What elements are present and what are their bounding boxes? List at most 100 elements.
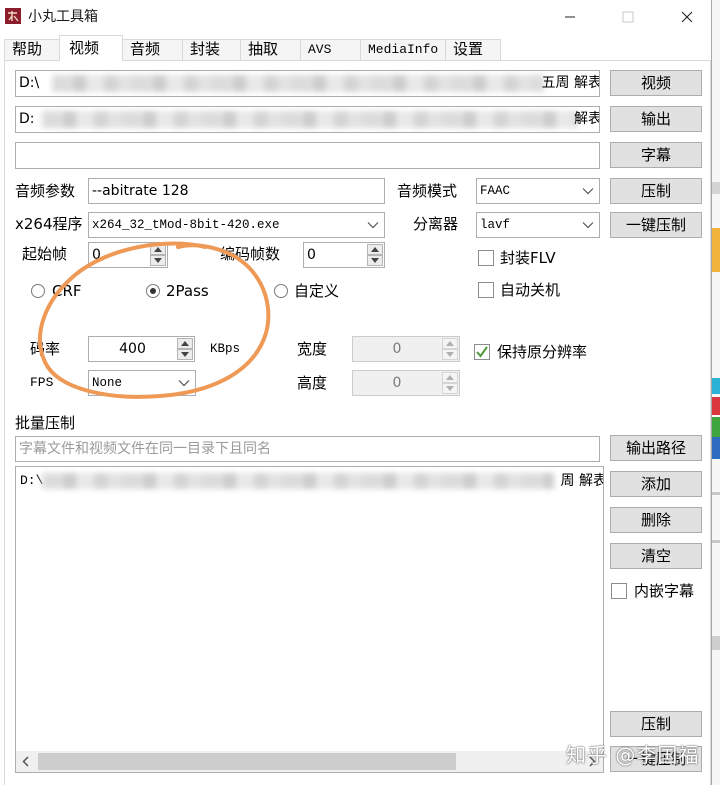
audio-mode-select[interactable]: FAAC — [476, 178, 600, 204]
app-window: 小丸工具箱 帮助 视频 音频 封装 抽取 AVS MediaInfo 设置 D:… — [0, 0, 712, 785]
batch-file-list[interactable]: D:\ 周 解表 — [15, 466, 604, 773]
splitter-label: 分离器 — [413, 215, 459, 233]
spin-up-icon — [442, 338, 458, 349]
batch-encode-button[interactable]: 压制 — [610, 711, 702, 737]
crf-radio[interactable] — [31, 284, 45, 298]
tab-avs[interactable]: AVS — [300, 39, 361, 60]
height-stepper: 0 — [352, 370, 460, 396]
background-desktop — [712, 0, 720, 785]
spin-up-icon[interactable] — [367, 244, 383, 255]
frame-count-stepper[interactable]: 0 — [303, 242, 385, 268]
tab-mediainfo[interactable]: MediaInfo — [360, 39, 446, 60]
add-button[interactable]: 添加 — [610, 471, 702, 497]
scrollbar-thumb[interactable] — [38, 753, 456, 770]
crf-label: CRF — [52, 282, 82, 300]
chevron-down-icon — [367, 222, 379, 229]
audio-params-label: 音频参数 — [15, 182, 76, 200]
x264-program-label: x264程序 — [15, 215, 83, 233]
close-icon[interactable] — [664, 0, 710, 32]
minimize-icon[interactable] — [547, 0, 593, 32]
tab-video[interactable]: 视频 — [59, 35, 123, 61]
redacted-region — [42, 111, 578, 128]
select-video-button[interactable]: 视频 — [610, 70, 702, 96]
tab-audio[interactable]: 音频 — [122, 39, 183, 60]
spin-down-icon — [442, 349, 458, 360]
tab-help[interactable]: 帮助 — [4, 39, 60, 60]
select-output-button[interactable]: 输出 — [610, 106, 702, 132]
video-input-field[interactable]: D:\ 五周 解表 — [15, 70, 600, 97]
splitter-value: lavf — [480, 218, 511, 232]
fps-value: None — [92, 376, 123, 390]
spin-down-icon — [442, 383, 458, 394]
height-label: 高度 — [297, 374, 328, 392]
width-value: 0 — [392, 341, 402, 357]
x264-program-select[interactable]: x264_32_tMod-8bit-420.exe — [88, 212, 385, 238]
video-input-path-end: 五周 解表 — [541, 75, 600, 91]
output-path-start: D: — [19, 111, 35, 127]
audio-mode-label: 音频模式 — [397, 182, 458, 200]
spin-up-icon — [442, 372, 458, 383]
custom-radio[interactable] — [274, 284, 288, 298]
tab-settings[interactable]: 设置 — [445, 39, 501, 60]
auto-shutdown-checkbox[interactable] — [478, 282, 494, 298]
splitter-select[interactable]: lavf — [476, 212, 600, 238]
subtitle-file-field[interactable] — [15, 142, 600, 169]
remove-button[interactable]: 删除 — [610, 507, 702, 533]
pack-flv-label: 封装FLV — [500, 249, 556, 267]
spin-up-icon[interactable] — [150, 244, 166, 255]
chevron-down-icon — [582, 188, 594, 195]
fps-label: FPS — [30, 375, 54, 390]
embed-subtitle-checkbox[interactable] — [611, 583, 627, 599]
keep-resolution-checkbox[interactable] — [474, 344, 490, 360]
maximize-icon[interactable] — [605, 0, 651, 32]
custom-label: 自定义 — [294, 282, 340, 300]
width-label: 宽度 — [297, 340, 328, 358]
start-frame-label: 起始帧 — [22, 245, 68, 263]
2pass-label: 2Pass — [166, 282, 209, 300]
watermark: 知乎 @李国福 — [566, 743, 700, 767]
start-frame-value: 0 — [92, 247, 101, 263]
output-path-button[interactable]: 输出路径 — [610, 435, 702, 461]
spin-down-icon[interactable] — [367, 255, 383, 266]
one-click-encode-button[interactable]: 一键压制 — [610, 212, 702, 238]
select-subtitle-button[interactable]: 字幕 — [610, 142, 702, 168]
redacted-region — [52, 75, 544, 92]
batch-subtitle-input[interactable]: 字幕文件和视频文件在同一目录下且同名 — [15, 436, 600, 462]
height-value: 0 — [392, 375, 402, 391]
fps-select[interactable]: None — [88, 370, 196, 396]
batch-group-title: 批量压制 — [15, 414, 76, 432]
tab-mux[interactable]: 封装 — [182, 39, 241, 60]
batch-input-placeholder: 字幕文件和视频文件在同一目录下且同名 — [19, 441, 271, 457]
window-title: 小丸工具箱 — [28, 9, 98, 25]
spin-down-icon[interactable] — [150, 255, 166, 266]
audio-mode-value: FAAC — [480, 184, 511, 198]
spin-down-icon[interactable] — [177, 349, 193, 360]
video-input-path-start: D:\ — [19, 75, 40, 91]
2pass-radio[interactable] — [146, 284, 160, 298]
bitrate-value: 400 — [119, 341, 146, 357]
frame-count-value: 0 — [307, 247, 316, 263]
frame-count-label: 编码帧数 — [220, 245, 281, 263]
list-item[interactable]: D:\ 周 解表 — [16, 471, 603, 491]
redacted-region — [42, 473, 554, 489]
clear-button[interactable]: 清空 — [610, 543, 702, 569]
bitrate-stepper[interactable]: 400 — [88, 336, 195, 362]
keep-resolution-label: 保持原分辨率 — [497, 343, 588, 361]
audio-params-input[interactable]: --abitrate 128 — [88, 178, 385, 204]
spin-up-icon[interactable] — [177, 338, 193, 349]
output-file-field[interactable]: D: 解表 — [15, 106, 600, 133]
chevron-left-icon[interactable] — [16, 751, 36, 772]
audio-params-value: --abitrate 128 — [92, 183, 189, 199]
tab-extract[interactable]: 抽取 — [240, 39, 301, 60]
title-bar[interactable]: 小丸工具箱 — [0, 0, 711, 34]
app-icon — [5, 8, 21, 24]
bitrate-unit: KBps — [210, 342, 241, 356]
pack-flv-checkbox[interactable] — [478, 250, 494, 266]
chevron-down-icon — [178, 380, 190, 387]
horizontal-scrollbar[interactable] — [16, 751, 603, 772]
chevron-down-icon — [582, 222, 594, 229]
batch-file-path-start: D:\ — [20, 473, 44, 488]
encode-button[interactable]: 压制 — [610, 178, 702, 204]
start-frame-stepper[interactable]: 0 — [88, 242, 168, 268]
x264-program-value: x264_32_tMod-8bit-420.exe — [92, 218, 280, 232]
